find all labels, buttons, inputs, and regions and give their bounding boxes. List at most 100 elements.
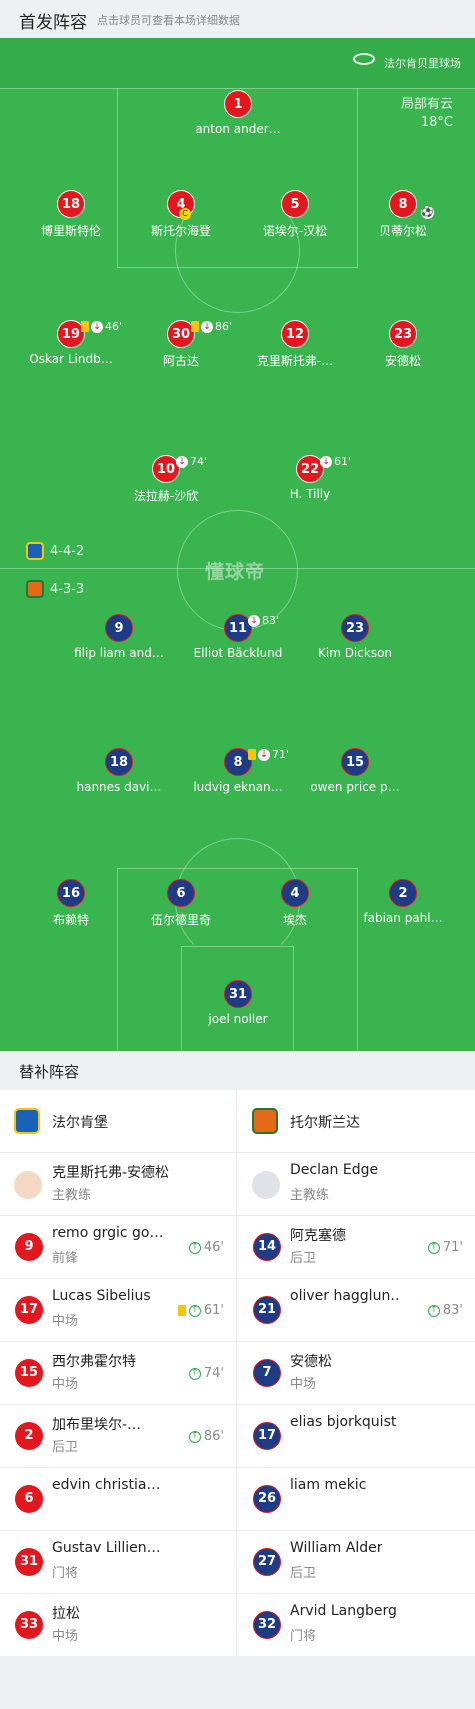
sub-event: ↑ 83'	[427, 1303, 463, 1318]
player-home-1[interactable]: 1 anton ander…	[184, 90, 292, 136]
sub-event: ↑ 86'	[188, 1429, 224, 1444]
sub-row: 2 加布里埃尔-… 后卫 ↑ 86' 17 elias bjorkquist	[0, 1404, 475, 1468]
shirt-number: 2	[389, 879, 417, 907]
shirt-number: 2	[15, 1422, 43, 1450]
shirt-number: 27	[253, 1548, 281, 1576]
shirt-number: 8	[389, 190, 417, 218]
weather-temp: 18°C	[420, 115, 453, 130]
shirt-number: 18	[57, 190, 85, 218]
sub-home-6[interactable]: 6 edvin christia…	[0, 1468, 237, 1531]
sub-home-2[interactable]: 2 加布里埃尔-… 后卫 ↑ 86'	[0, 1405, 237, 1468]
player-position: 后卫	[290, 1251, 317, 1266]
player-away-18[interactable]: 18 hannes davi…	[65, 748, 173, 794]
player-name: 阿古达	[162, 354, 199, 368]
sub-away-32[interactable]: 32 Arvid Langberg 门将	[238, 1594, 475, 1657]
sub-away-14[interactable]: 14 阿克塞德 后卫 ↑ 71'	[238, 1216, 475, 1279]
player-name: 博里斯特伦	[40, 224, 101, 238]
player-name: 阿克塞德	[290, 1228, 346, 1244]
player-home-5[interactable]: 5 诺埃尔-汉松	[241, 190, 349, 239]
shirt-number: 14	[253, 1233, 281, 1261]
home-formation-label: 4-4-2	[50, 543, 85, 559]
stadium-icon	[353, 53, 375, 65]
sub-home-33[interactable]: 33 拉松 中场	[0, 1594, 237, 1657]
venue-name: 法尔肯贝里球场	[384, 57, 461, 70]
shirt-number: 5	[281, 190, 309, 218]
coach-row: 克里斯托弗-安德松 主教练 Declan Edge 主教练	[0, 1152, 475, 1216]
sub-away-26[interactable]: 26 liam mekic	[238, 1468, 475, 1531]
player-home-12[interactable]: 12 克里斯托弗-…	[241, 320, 349, 369]
player-away-6[interactable]: 6 伍尔德里奇	[127, 879, 235, 928]
yellow-card-icon	[191, 321, 199, 332]
player-home-10[interactable]: 10 ↓ 74' 法拉赫-沙欣	[112, 455, 220, 504]
shirt-number: 15	[341, 748, 369, 776]
player-away-9[interactable]: 9 filip liam and…	[65, 614, 173, 660]
player-name: hannes davi…	[76, 780, 162, 794]
subs-title: 替补阵容	[19, 1063, 80, 1081]
away-team-cell[interactable]: 托尔斯兰达	[238, 1090, 475, 1153]
shirt-number: 15	[15, 1359, 43, 1387]
player-home-4[interactable]: 4 C 斯托尔海登	[127, 190, 235, 239]
home-team-cell[interactable]: 法尔肯堡	[0, 1090, 237, 1153]
sub-away-21[interactable]: 21 oliver hagglun… ↑ 83'	[238, 1279, 475, 1342]
player-name: liam mekic	[290, 1477, 367, 1493]
player-home-18[interactable]: 18 博里斯特伦	[17, 190, 125, 239]
sub-row: 6 edvin christia… 26 liam mekic	[0, 1467, 475, 1531]
coach-avatar-placeholder	[252, 1171, 280, 1199]
sub-on-icon: ↑	[188, 1304, 201, 1317]
player-name: 西尔弗霍尔特	[52, 1354, 136, 1370]
home-team-name: 法尔肯堡	[52, 1115, 108, 1131]
coach-name: 克里斯托弗-安德松	[52, 1165, 170, 1181]
player-name: 诺埃尔-汉松	[262, 224, 328, 238]
sub-home-17[interactable]: 17 Lucas Sibelius 中场 ↑ 61'	[0, 1279, 237, 1342]
player-home-22[interactable]: 22 ↓ 61' H. Tilly	[256, 455, 364, 501]
player-home-23[interactable]: 23 安德松	[349, 320, 457, 369]
sub-on-icon: ↑	[188, 1241, 201, 1254]
player-events: ↓ 86'	[191, 320, 232, 333]
player-name: joel noller	[208, 1012, 268, 1026]
player-name: H. Tilly	[289, 487, 331, 501]
goal-icon: ⚽	[421, 206, 434, 219]
shirt-number: 17	[15, 1296, 43, 1324]
sub-home-9[interactable]: 9 remo grgic go… 前锋 ↑ 46'	[0, 1216, 237, 1279]
away-team-name: 托尔斯兰达	[290, 1115, 360, 1131]
shirt-number: 33	[15, 1611, 43, 1639]
sub-away-27[interactable]: 27 William Alder 后卫	[238, 1531, 475, 1594]
shirt-number: 18	[105, 748, 133, 776]
sub-home-15[interactable]: 15 西尔弗霍尔特 中场 ↑ 74'	[0, 1342, 237, 1405]
player-name: 埃杰	[282, 913, 307, 927]
shirt-number: 26	[253, 1485, 281, 1513]
player-name: oliver hagglun…	[290, 1288, 400, 1304]
subs-team-row: 法尔肯堡 托尔斯兰达	[0, 1089, 475, 1153]
player-away-23[interactable]: 23 Kim Dickson	[301, 614, 409, 660]
player-name: ludvig eknan…	[193, 780, 283, 794]
sub-event: ↑ 71'	[427, 1240, 463, 1255]
player-position: 前锋	[52, 1251, 79, 1266]
sub-away-7[interactable]: 7 安德松 中场	[238, 1342, 475, 1405]
sub-on-icon: ↑	[427, 1241, 440, 1254]
yellow-card-icon	[177, 1305, 186, 1316]
player-away-31[interactable]: 31 joel noller	[184, 980, 292, 1026]
sub-off-icon: ↓	[320, 455, 332, 468]
player-away-2[interactable]: 2 fabian pahl…	[349, 879, 457, 925]
sub-on-icon: ↑	[188, 1430, 201, 1443]
player-away-16[interactable]: 16 布赖特	[17, 879, 125, 928]
player-away-4[interactable]: 4 埃杰	[241, 879, 349, 928]
shirt-number: 23	[341, 614, 369, 642]
player-home-30[interactable]: 30 ↓ 86' 阿古达	[127, 320, 235, 369]
player-away-8[interactable]: 8 ↓ 71' ludvig eknan…	[184, 748, 292, 794]
away-coach[interactable]: Declan Edge 主教练	[238, 1153, 475, 1216]
sub-away-17[interactable]: 17 elias bjorkquist	[238, 1405, 475, 1468]
home-coach[interactable]: 克里斯托弗-安德松 主教练	[0, 1153, 237, 1216]
player-home-19[interactable]: 19 ↓ 46' Oskar Lindb…	[17, 320, 125, 366]
sub-event: ↑ 46'	[188, 1240, 224, 1255]
shirt-number: 21	[253, 1296, 281, 1324]
sub-home-31[interactable]: 31 Gustav Lillien… 门将	[0, 1531, 237, 1594]
shirt-number: 9	[15, 1233, 43, 1261]
yellow-card-icon	[248, 749, 256, 760]
player-away-15[interactable]: 15 owen price p…	[301, 748, 409, 794]
player-away-11[interactable]: 11 ↓ 83' Elliot Bäcklund	[184, 614, 292, 660]
player-events: ↓ 83'	[248, 614, 279, 627]
sub-off-icon: ↓	[91, 320, 103, 333]
subs-header: 替补阵容	[0, 1051, 475, 1089]
player-home-8[interactable]: 8 ⚽ 贝蒂尔松	[349, 190, 457, 239]
